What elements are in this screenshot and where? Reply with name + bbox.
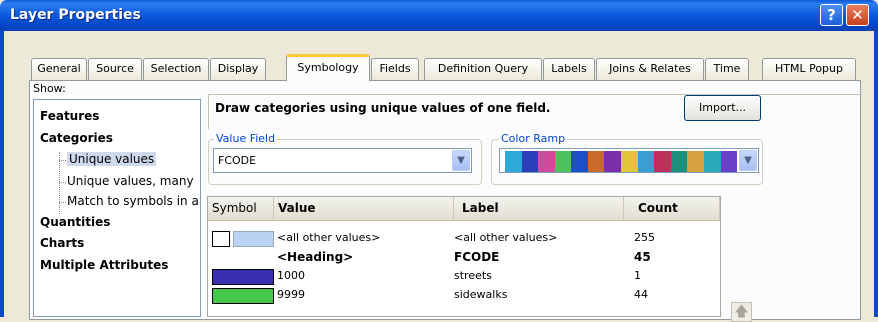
color-ramp-swatch bbox=[505, 151, 522, 172]
tab-general[interactable]: General bbox=[31, 58, 87, 80]
row-count: 45 bbox=[634, 250, 651, 264]
row-count: 44 bbox=[634, 288, 648, 301]
show-item-multiple-attributes[interactable]: Multiple Attributes bbox=[40, 258, 168, 272]
color-ramp-swatch bbox=[654, 151, 671, 172]
tab-source[interactable]: Source bbox=[88, 58, 142, 80]
show-item-match-to-symbols[interactable]: Match to symbols in a bbox=[67, 194, 199, 208]
color-ramp-swatch bbox=[687, 151, 704, 172]
table-row[interactable]: 9999 sidewalks 44 bbox=[208, 286, 720, 305]
window-border-left bbox=[0, 31, 4, 317]
color-ramp-swatch bbox=[703, 151, 721, 172]
show-item-charts[interactable]: Charts bbox=[40, 236, 84, 250]
visibility-checkbox[interactable] bbox=[212, 231, 230, 247]
symbol-table[interactable]: Symbol Value Label Count <all other valu… bbox=[207, 196, 721, 317]
chevron-down-icon[interactable]: ▼ bbox=[452, 150, 470, 171]
show-label: Show: bbox=[33, 82, 66, 95]
show-item-unique-values[interactable]: Unique values bbox=[67, 152, 157, 166]
description-text: Draw categories using unique values of o… bbox=[215, 101, 551, 115]
row-count: 1 bbox=[634, 269, 641, 282]
column-header-value[interactable]: Value bbox=[274, 197, 454, 220]
chevron-down-icon[interactable]: ▼ bbox=[739, 150, 757, 171]
tab-time[interactable]: Time bbox=[705, 58, 749, 80]
window-title: Layer Properties bbox=[10, 7, 141, 23]
color-ramp-swatch bbox=[621, 151, 638, 172]
move-up-arrow-icon[interactable]: 🡅 bbox=[731, 302, 752, 322]
show-item-unique-values-many[interactable]: Unique values, many bbox=[67, 174, 194, 188]
show-item-categories[interactable]: Categories bbox=[40, 131, 113, 145]
tree-connector bbox=[59, 160, 66, 161]
symbol-swatch[interactable] bbox=[212, 269, 274, 285]
column-header-symbol[interactable]: Symbol bbox=[208, 197, 274, 220]
color-ramp-preview bbox=[505, 151, 738, 172]
tree-connector bbox=[59, 182, 66, 183]
title-bar: Layer Properties ? ✕ bbox=[0, 0, 878, 31]
tab-selection[interactable]: Selection bbox=[143, 58, 209, 80]
color-ramp-swatch bbox=[604, 151, 622, 172]
table-row[interactable]: 1000 streets 1 bbox=[208, 267, 720, 286]
symbol-swatch[interactable] bbox=[233, 231, 274, 247]
tab-joins-relates[interactable]: Joins & Relates bbox=[596, 58, 704, 80]
tab-display[interactable]: Display bbox=[210, 58, 266, 80]
row-label[interactable]: streets bbox=[454, 269, 492, 282]
tree-connector bbox=[59, 152, 60, 214]
table-row[interactable]: <Heading> FCODE 45 bbox=[208, 248, 720, 267]
color-ramp-swatch bbox=[720, 151, 738, 172]
row-value: 9999 bbox=[277, 288, 305, 301]
show-item-features[interactable]: Features bbox=[40, 109, 99, 123]
row-label[interactable]: FCODE bbox=[454, 250, 499, 264]
row-count: 255 bbox=[634, 231, 655, 244]
color-ramp-label: Color Ramp bbox=[499, 132, 568, 145]
table-row[interactable]: <all other values> <all other values> 25… bbox=[208, 229, 720, 248]
row-value: <Heading> bbox=[277, 250, 354, 264]
tab-definition-query[interactable]: Definition Query bbox=[424, 58, 542, 80]
row-value: 1000 bbox=[277, 269, 305, 282]
help-button[interactable]: ? bbox=[820, 4, 843, 26]
value-field-select[interactable]: FCODE ▼ bbox=[213, 148, 472, 173]
row-label[interactable]: <all other values> bbox=[454, 231, 557, 244]
show-tree[interactable]: Features Categories Unique values Unique… bbox=[33, 99, 201, 317]
tree-connector bbox=[59, 202, 66, 203]
value-field-value: FCODE bbox=[218, 154, 257, 167]
value-field-label: Value Field bbox=[214, 132, 278, 145]
row-label[interactable]: sidewalks bbox=[454, 288, 507, 301]
tab-labels[interactable]: Labels bbox=[543, 58, 595, 80]
color-ramp-swatch bbox=[521, 151, 539, 172]
close-button[interactable]: ✕ bbox=[846, 4, 869, 26]
row-value: <all other values> bbox=[277, 231, 381, 244]
color-ramp-swatch bbox=[670, 151, 688, 172]
show-item-quantities[interactable]: Quantities bbox=[40, 215, 110, 229]
tab-symbology[interactable]: Symbology bbox=[286, 54, 370, 81]
table-header: Symbol Value Label Count bbox=[208, 197, 720, 221]
color-ramp-swatch bbox=[538, 151, 555, 172]
column-header-label[interactable]: Label bbox=[454, 197, 624, 220]
color-ramp-swatch bbox=[571, 151, 588, 172]
color-ramp-swatch bbox=[587, 151, 605, 172]
column-header-count[interactable]: Count bbox=[624, 197, 720, 220]
color-ramp-swatch bbox=[637, 151, 655, 172]
tab-fields[interactable]: Fields bbox=[371, 58, 419, 80]
symbol-swatch[interactable] bbox=[212, 288, 274, 304]
color-ramp-swatch bbox=[554, 151, 572, 172]
tab-html-popup[interactable]: HTML Popup bbox=[762, 58, 856, 80]
import-button[interactable]: Import... bbox=[684, 95, 761, 121]
window-border-right bbox=[874, 31, 878, 317]
